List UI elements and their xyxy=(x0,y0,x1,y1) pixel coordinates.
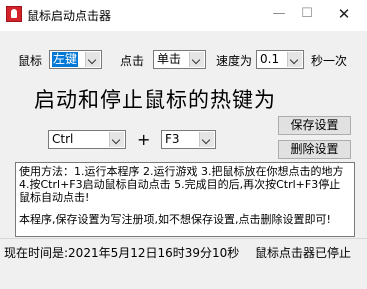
speed-label: 速度为 xyxy=(216,54,253,68)
mouse-button-value: 左键 xyxy=(52,52,79,67)
save-settings-button[interactable]: 保存设置 xyxy=(278,116,351,135)
maximize-button[interactable]: ☐ xyxy=(296,4,318,24)
hotkey-modifier-value: Ctrl xyxy=(52,132,74,146)
instructions-textarea[interactable]: 使用方法：1.运行本程序 2.运行游戏 3.把鼠标放在你想点击的地方 4.按Ct… xyxy=(15,162,355,237)
speed-select[interactable]: 0.1 xyxy=(256,50,304,69)
chevron-down-icon[interactable] xyxy=(109,132,124,147)
title-bar[interactable]: 鼠标启动点击器 — ☐ ✕ xyxy=(0,0,367,31)
instructions-note: 本程序,保存设置为写注册项,如不想保存设置,点击删除设置即可! xyxy=(19,213,331,226)
chevron-down-icon[interactable] xyxy=(189,52,204,67)
hotkey-heading: 启动和停止鼠标的热键为 xyxy=(34,88,276,112)
hotkey-key-select[interactable]: F3 xyxy=(161,130,216,149)
click-label: 点击 xyxy=(120,54,145,68)
click-type-value: 单击 xyxy=(157,52,182,66)
mouse-button-select[interactable]: 左键 xyxy=(49,50,102,69)
mouse-label: 鼠标 xyxy=(18,54,43,68)
chevron-down-icon[interactable] xyxy=(287,52,302,67)
delete-settings-button[interactable]: 删除设置 xyxy=(278,140,351,159)
speed-unit-label: 秒一次 xyxy=(311,54,348,68)
hotkey-modifier-select[interactable]: Ctrl xyxy=(48,130,126,149)
status-separator xyxy=(0,238,367,239)
status-state: 鼠标点击器已停止 xyxy=(255,246,352,260)
window-title: 鼠标启动点击器 xyxy=(27,9,112,23)
click-type-select[interactable]: 单击 xyxy=(153,50,206,69)
hotkey-key-value: F3 xyxy=(165,132,180,146)
close-button[interactable]: ✕ xyxy=(333,4,355,24)
chevron-down-icon[interactable] xyxy=(199,132,214,147)
status-time: 现在时间是:2021年5月12日16时39分10秒 xyxy=(4,246,240,260)
minimize-button[interactable]: — xyxy=(268,4,290,24)
chevron-down-icon[interactable] xyxy=(85,52,100,67)
plus-sign: + xyxy=(137,130,151,149)
mouse-app-icon xyxy=(6,6,22,22)
speed-value: 0.1 xyxy=(260,52,280,66)
app-window: 鼠标启动点击器 — ☐ ✕ 鼠标 左键 点击 单击 速度为 0.1 秒一次 启动… xyxy=(0,0,367,289)
instructions-usage: 使用方法：1.运行本程序 2.运行游戏 3.把鼠标放在你想点击的地方 4.按Ct… xyxy=(19,165,344,204)
